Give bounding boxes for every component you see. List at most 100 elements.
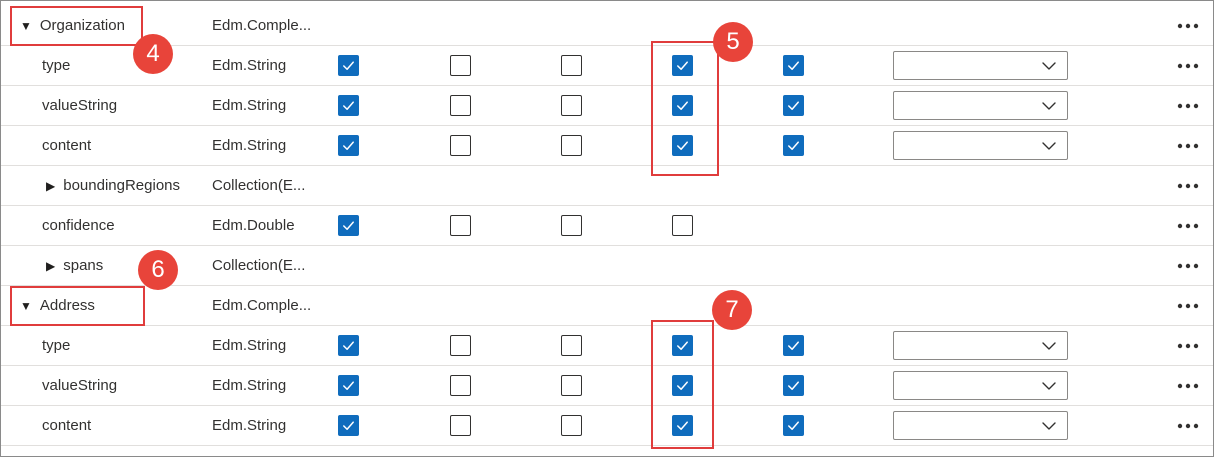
- field-name: valueString: [42, 86, 117, 125]
- checkbox-column-2[interactable]: [450, 215, 471, 236]
- checkbox-column-1[interactable]: [338, 215, 359, 236]
- checkbox-column-2[interactable]: [450, 375, 471, 396]
- more-horizontal-icon[interactable]: [1175, 46, 1201, 85]
- more-horizontal-icon[interactable]: [1175, 206, 1201, 245]
- checkbox-column-3[interactable]: [561, 215, 582, 236]
- field-dropdown[interactable]: [893, 411, 1068, 440]
- more-horizontal-icon[interactable]: [1175, 126, 1201, 165]
- field-name: type: [42, 326, 70, 365]
- table-row[interactable]: type Edm.String: [1, 46, 1213, 86]
- field-type: Edm.Double: [212, 217, 295, 234]
- table-row[interactable]: confidence Edm.Double: [1, 206, 1213, 246]
- checkbox-column-1[interactable]: [338, 95, 359, 116]
- field-dropdown[interactable]: [893, 131, 1068, 160]
- checkmark-icon: [341, 58, 356, 73]
- field-type: Edm.String: [212, 57, 287, 74]
- annotation-badge-5: 5: [713, 22, 753, 62]
- field-type: Collection(E...: [212, 177, 306, 194]
- more-horizontal-icon[interactable]: [1175, 366, 1201, 405]
- checkbox-column-1[interactable]: [338, 335, 359, 356]
- checkbox-column-3[interactable]: [561, 335, 582, 356]
- table-row[interactable]: content Edm.String: [1, 406, 1213, 446]
- checkmark-icon: [786, 378, 801, 393]
- caret-right-icon[interactable]: ▶: [46, 179, 55, 193]
- checkbox-column-2[interactable]: [450, 335, 471, 356]
- more-horizontal-icon[interactable]: [1175, 286, 1201, 325]
- field-type: Edm.Comple...: [212, 297, 312, 314]
- field-name-label: boundingRegions: [63, 177, 180, 194]
- annotation-badge-6: 6: [138, 250, 178, 290]
- checkbox-column-3[interactable]: [561, 55, 582, 76]
- field-name: content: [42, 126, 91, 165]
- field-type: Edm.String: [212, 377, 287, 394]
- checkmark-icon: [786, 98, 801, 113]
- field-type: Edm.String: [212, 137, 287, 154]
- highlight-organization: [10, 6, 143, 46]
- table-row[interactable]: ▼ Address Edm.Comple...: [1, 286, 1213, 326]
- checkbox-column-3[interactable]: [561, 375, 582, 396]
- field-type: Edm.String: [212, 337, 287, 354]
- chevron-down-icon: [1041, 378, 1057, 394]
- more-horizontal-icon[interactable]: [1175, 166, 1201, 205]
- table-row[interactable]: valueString Edm.String: [1, 86, 1213, 126]
- checkmark-icon: [786, 58, 801, 73]
- expandable-field-name[interactable]: ▶ boundingRegions: [46, 166, 180, 205]
- expandable-field-name[interactable]: ▶ spans: [46, 246, 103, 285]
- checkbox-column-2[interactable]: [450, 95, 471, 116]
- checkbox-column-1[interactable]: [338, 55, 359, 76]
- checkbox-column-3[interactable]: [561, 135, 582, 156]
- annotation-badge-7: 7: [712, 290, 752, 330]
- checkbox-column-5[interactable]: [783, 375, 804, 396]
- caret-right-icon[interactable]: ▶: [46, 259, 55, 273]
- table-row[interactable]: ▶ spans Collection(E...: [1, 246, 1213, 286]
- field-name-label: type: [42, 57, 71, 74]
- checkbox-column-5[interactable]: [783, 135, 804, 156]
- checkbox-column-5[interactable]: [783, 335, 804, 356]
- field-dropdown[interactable]: [893, 51, 1068, 80]
- checkbox-column-3[interactable]: [561, 95, 582, 116]
- field-name-label: content: [42, 137, 92, 154]
- field-name: type: [42, 46, 70, 85]
- table-row[interactable]: ▶ boundingRegions Collection(E...: [1, 166, 1213, 206]
- checkbox-column-2[interactable]: [450, 135, 471, 156]
- field-dropdown[interactable]: [893, 371, 1068, 400]
- checkbox-column-3[interactable]: [561, 415, 582, 436]
- field-name-label: valueString: [42, 377, 118, 394]
- checkmark-icon: [341, 338, 356, 353]
- field-name: content: [42, 406, 91, 445]
- more-horizontal-icon[interactable]: [1175, 406, 1201, 445]
- checkmark-icon: [786, 418, 801, 433]
- checkbox-column-1[interactable]: [338, 375, 359, 396]
- more-horizontal-icon[interactable]: [1175, 6, 1201, 45]
- chevron-down-icon: [1041, 418, 1057, 434]
- table-row[interactable]: valueString Edm.String: [1, 366, 1213, 406]
- checkbox-column-4[interactable]: [672, 215, 693, 236]
- table-row[interactable]: type Edm.String: [1, 326, 1213, 366]
- more-horizontal-icon[interactable]: [1175, 326, 1201, 365]
- checkmark-icon: [341, 378, 356, 393]
- more-horizontal-icon[interactable]: [1175, 86, 1201, 125]
- checkbox-column-1[interactable]: [338, 135, 359, 156]
- field-name-label: valueString: [42, 97, 118, 114]
- annotation-badge-4: 4: [133, 34, 173, 74]
- checkmark-icon: [341, 218, 356, 233]
- table-row[interactable]: ▼ Organization Edm.Comple...: [1, 6, 1213, 46]
- more-horizontal-icon[interactable]: [1175, 246, 1201, 285]
- field-rows: ▼ Organization Edm.Comple... type Edm.String…: [1, 6, 1213, 446]
- checkbox-column-5[interactable]: [783, 415, 804, 436]
- checkbox-column-2[interactable]: [450, 415, 471, 436]
- field-dropdown[interactable]: [893, 331, 1068, 360]
- checkmark-icon: [341, 418, 356, 433]
- checkbox-column-2[interactable]: [450, 55, 471, 76]
- highlight-address-column4: [651, 320, 714, 449]
- checkbox-column-5[interactable]: [783, 55, 804, 76]
- checkbox-column-1[interactable]: [338, 415, 359, 436]
- checkmark-icon: [341, 138, 356, 153]
- field-name-label: spans: [63, 257, 104, 274]
- checkbox-column-5[interactable]: [783, 95, 804, 116]
- table-row[interactable]: content Edm.String: [1, 126, 1213, 166]
- field-name: valueString: [42, 366, 117, 405]
- highlight-organization-column4: [651, 41, 719, 176]
- field-dropdown[interactable]: [893, 91, 1068, 120]
- field-name: confidence: [42, 206, 115, 245]
